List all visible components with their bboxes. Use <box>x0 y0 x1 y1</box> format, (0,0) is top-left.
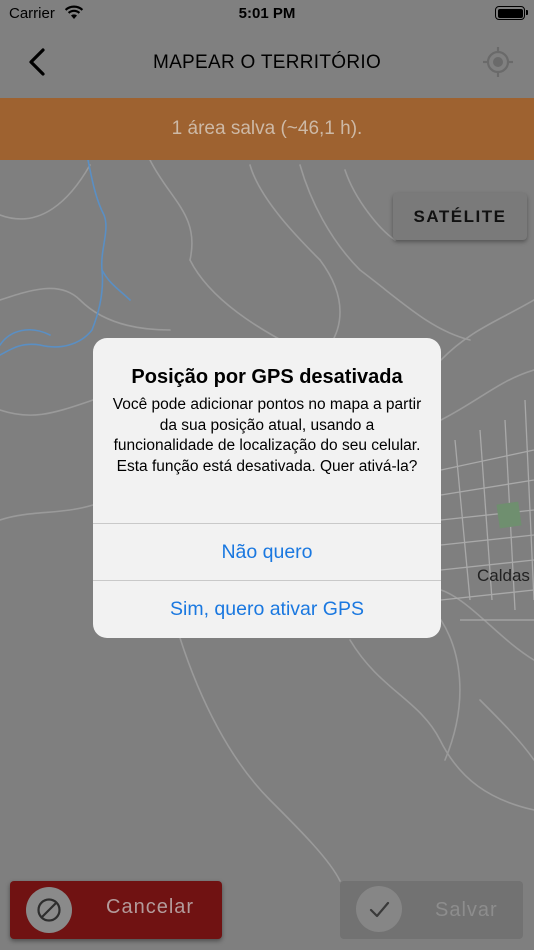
cancel-icon-circle <box>26 887 72 933</box>
clock: 5:01 PM <box>238 5 296 22</box>
saved-areas-banner: 1 área salva (~46,1 h). <box>0 98 534 160</box>
cancel-button[interactable]: Cancelar <box>10 881 222 939</box>
alert-title: Posição por GPS desativada <box>131 366 403 388</box>
enable-gps-button[interactable]: Sim, quero ativar GPS <box>93 581 441 638</box>
save-button[interactable]: Salvar <box>340 881 523 939</box>
status-bar: Carrier 5:01 PM <box>0 0 534 28</box>
checkmark-icon <box>369 901 390 918</box>
locate-me-button[interactable] <box>480 44 516 80</box>
alert-message: Você pode adicionar pontos no mapa a par… <box>112 396 422 475</box>
decline-button[interactable]: Não quero <box>93 524 441 581</box>
crosshair-icon <box>483 47 513 77</box>
page-title: MAPEAR O TERRITÓRIO <box>152 52 382 73</box>
battery-icon <box>495 6 528 20</box>
map-town-label: Caldas <box>477 566 530 585</box>
gps-disabled-alert: Posição por GPS desativada Você pode adi… <box>93 338 441 638</box>
river <box>0 160 131 356</box>
cancel-label: Cancelar <box>106 896 195 918</box>
save-icon-circle <box>356 886 402 932</box>
navigation-bar: MAPEAR O TERRITÓRIO <box>0 28 534 98</box>
satellite-toggle-button[interactable]: SATÉLITE <box>393 193 527 240</box>
save-label: Salvar <box>435 899 498 921</box>
prohibited-icon <box>37 898 61 922</box>
park-area <box>496 501 522 529</box>
